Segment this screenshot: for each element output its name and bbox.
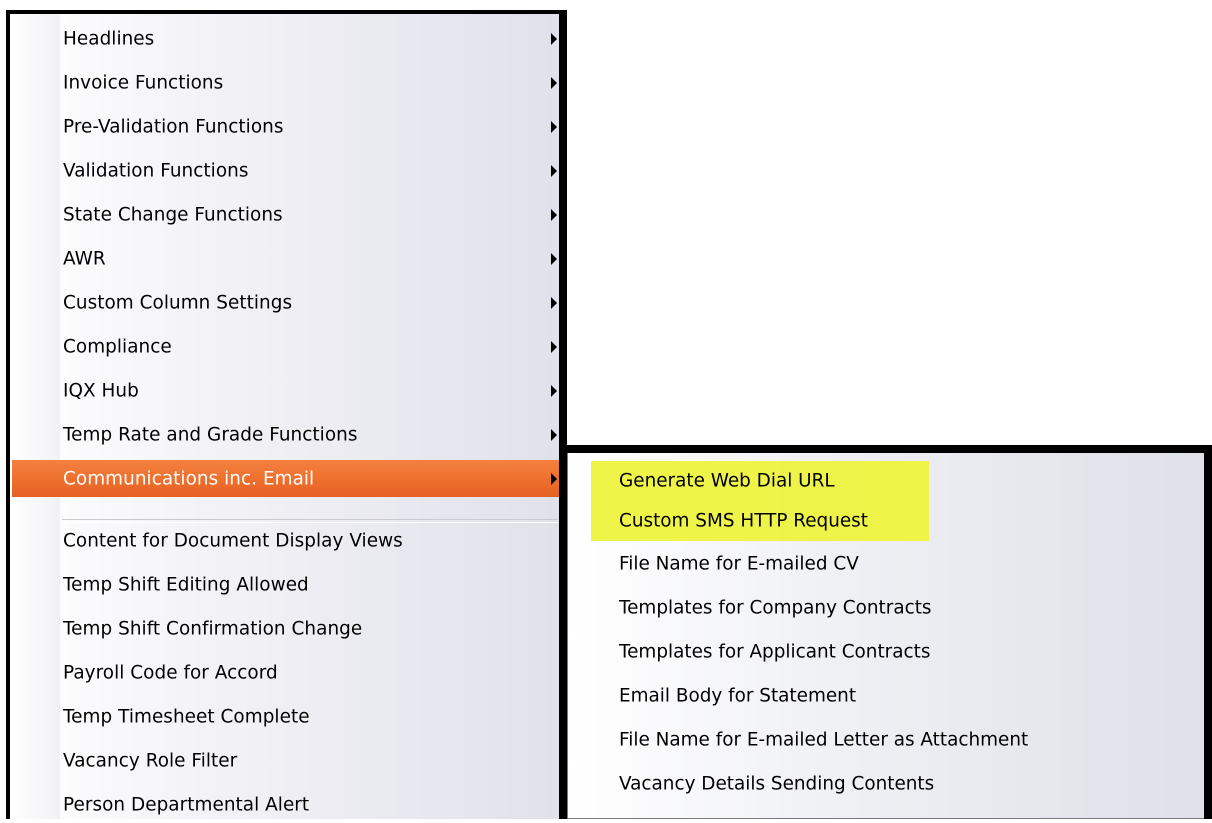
- submenu-item-label: Templates for Company Contracts: [619, 597, 932, 619]
- submenu-arrow-icon: [551, 76, 557, 89]
- menu-item-label: Invoice Functions: [63, 72, 224, 93]
- submenu-item-label: Email Body for Statement: [619, 685, 857, 707]
- menu-item-label: Temp Timesheet Complete: [63, 706, 310, 727]
- submenu-arrow-icon: [551, 384, 557, 397]
- submenu-arrow-icon: [551, 208, 557, 221]
- communications-submenu: Generate Web Dial URL Custom SMS HTTP Re…: [567, 445, 1212, 819]
- menu-item-custom-column-settings[interactable]: Custom Column Settings: [12, 284, 559, 321]
- menu-item-headlines[interactable]: Headlines: [12, 20, 559, 57]
- menu-item-label: Communications inc. Email: [63, 468, 315, 489]
- menu-item-label: Vacancy Role Filter: [63, 750, 238, 771]
- menu-item-label: Payroll Code for Accord: [63, 662, 278, 683]
- submenu-item-label: Generate Web Dial URL: [619, 470, 835, 492]
- menu-item-invoice-functions[interactable]: Invoice Functions: [12, 64, 559, 101]
- menu-item-vacancy-role-filter[interactable]: Vacancy Role Filter: [12, 742, 559, 779]
- submenu-item-label: Custom SMS HTTP Request: [619, 510, 868, 532]
- menu-item-temp-rate-and-grade-functions[interactable]: Temp Rate and Grade Functions: [12, 416, 559, 453]
- submenu-item-label: Templates for Applicant Contracts: [619, 641, 931, 663]
- context-menu: Headlines Invoice Functions Pre-Validati…: [6, 10, 567, 819]
- menu-item-label: Person Departmental Alert: [63, 794, 310, 815]
- submenu-item-email-body-for-statement[interactable]: Email Body for Statement: [593, 676, 1173, 716]
- menu-item-pre-validation-functions[interactable]: Pre-Validation Functions: [12, 108, 559, 145]
- submenu-item-generate-web-dial-url[interactable]: Generate Web Dial URL: [593, 461, 1173, 501]
- submenu-arrow-icon: [551, 120, 557, 133]
- menu-item-content-for-document-display-views[interactable]: Content for Document Display Views: [12, 522, 559, 559]
- submenu-arrow-icon: [551, 472, 557, 485]
- menu-item-person-departmental-alert[interactable]: Person Departmental Alert: [12, 786, 559, 823]
- submenu-arrow-icon: [551, 164, 557, 177]
- submenu-arrow-icon: [551, 296, 557, 309]
- menu-item-label: State Change Functions: [63, 204, 283, 225]
- menu-item-label: AWR: [63, 248, 106, 269]
- submenu-arrow-icon: [551, 340, 557, 353]
- menu-item-state-change-functions[interactable]: State Change Functions: [12, 196, 559, 233]
- menu-item-label: Custom Column Settings: [63, 292, 293, 313]
- menu-item-compliance[interactable]: Compliance: [12, 328, 559, 365]
- submenu-item-label: File Name for E-mailed CV: [619, 553, 859, 575]
- menu-item-awr[interactable]: AWR: [12, 240, 559, 277]
- submenu-item-label: Vacancy Details Sending Contents: [619, 773, 935, 795]
- menu-item-communications-inc-email[interactable]: Communications inc. Email: [12, 460, 559, 497]
- submenu-item-vacancy-details-sending-contents[interactable]: Vacancy Details Sending Contents: [593, 764, 1173, 804]
- menu-item-label: Validation Functions: [63, 160, 249, 181]
- menu-item-label: Headlines: [63, 28, 155, 49]
- submenu-item-templates-for-applicant-contracts[interactable]: Templates for Applicant Contracts: [593, 632, 1173, 672]
- menu-item-label: Compliance: [63, 336, 172, 357]
- submenu-item-file-name-for-emailed-letter-as-attachment[interactable]: File Name for E-mailed Letter as Attachm…: [593, 720, 1173, 760]
- menu-item-temp-shift-confirmation-change[interactable]: Temp Shift Confirmation Change: [12, 610, 559, 647]
- menu-item-label: Pre-Validation Functions: [63, 116, 284, 137]
- submenu-item-custom-sms-http-request[interactable]: Custom SMS HTTP Request: [593, 501, 1173, 541]
- submenu-item-templates-for-company-contracts[interactable]: Templates for Company Contracts: [593, 588, 1173, 628]
- menu-item-label: Temp Shift Confirmation Change: [63, 618, 363, 639]
- menu-item-label: Temp Rate and Grade Functions: [63, 424, 358, 445]
- submenu-arrow-icon: [551, 428, 557, 441]
- submenu-arrow-icon: [551, 32, 557, 45]
- submenu-item-file-name-for-emailed-cv[interactable]: File Name for E-mailed CV: [593, 544, 1173, 584]
- submenu-arrow-icon: [551, 252, 557, 265]
- menu-item-temp-shift-editing-allowed[interactable]: Temp Shift Editing Allowed: [12, 566, 559, 603]
- menu-item-label: Content for Document Display Views: [63, 530, 403, 551]
- menu-item-iqx-hub[interactable]: IQX Hub: [12, 372, 559, 409]
- submenu-item-label: File Name for E-mailed Letter as Attachm…: [619, 729, 1029, 751]
- menu-item-validation-functions[interactable]: Validation Functions: [12, 152, 559, 189]
- menu-item-label: Temp Shift Editing Allowed: [63, 574, 309, 595]
- menu-item-label: IQX Hub: [63, 380, 139, 401]
- menu-item-temp-timesheet-complete[interactable]: Temp Timesheet Complete: [12, 698, 559, 735]
- menu-item-payroll-code-for-accord[interactable]: Payroll Code for Accord: [12, 654, 559, 691]
